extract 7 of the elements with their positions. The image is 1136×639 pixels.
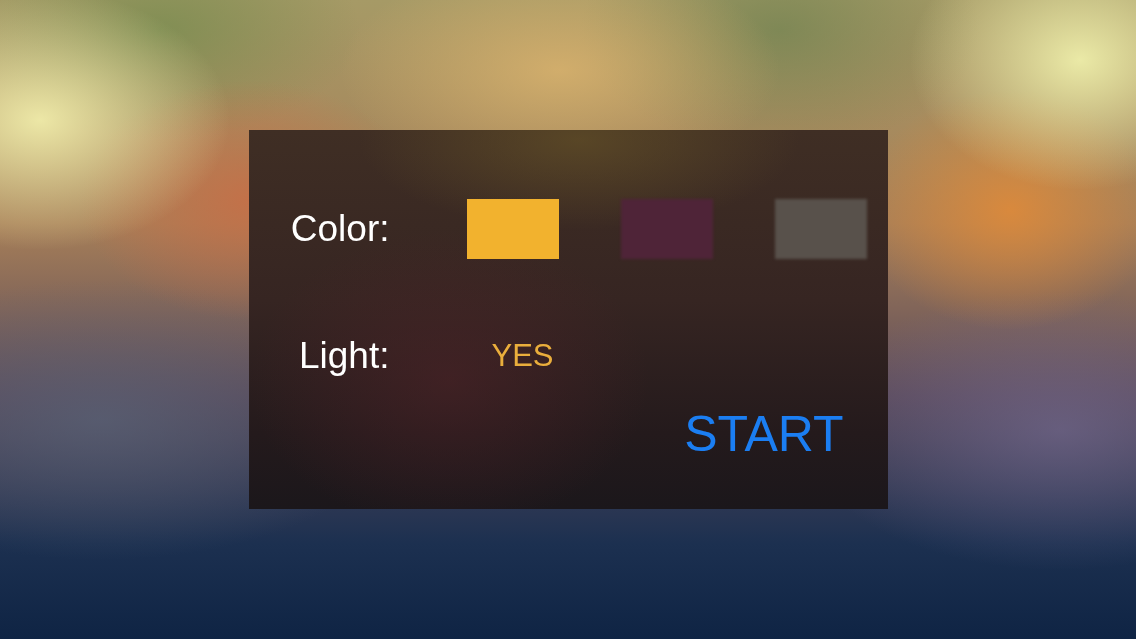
light-label: Light:	[298, 335, 390, 377]
start-button[interactable]: START	[684, 406, 844, 464]
color-swatch[interactable]	[774, 199, 867, 259]
light-toggle[interactable]: YES	[491, 338, 554, 374]
color-swatch[interactable]	[466, 199, 559, 259]
color-label: Color:	[289, 208, 390, 250]
color-swatch[interactable]	[620, 199, 713, 259]
